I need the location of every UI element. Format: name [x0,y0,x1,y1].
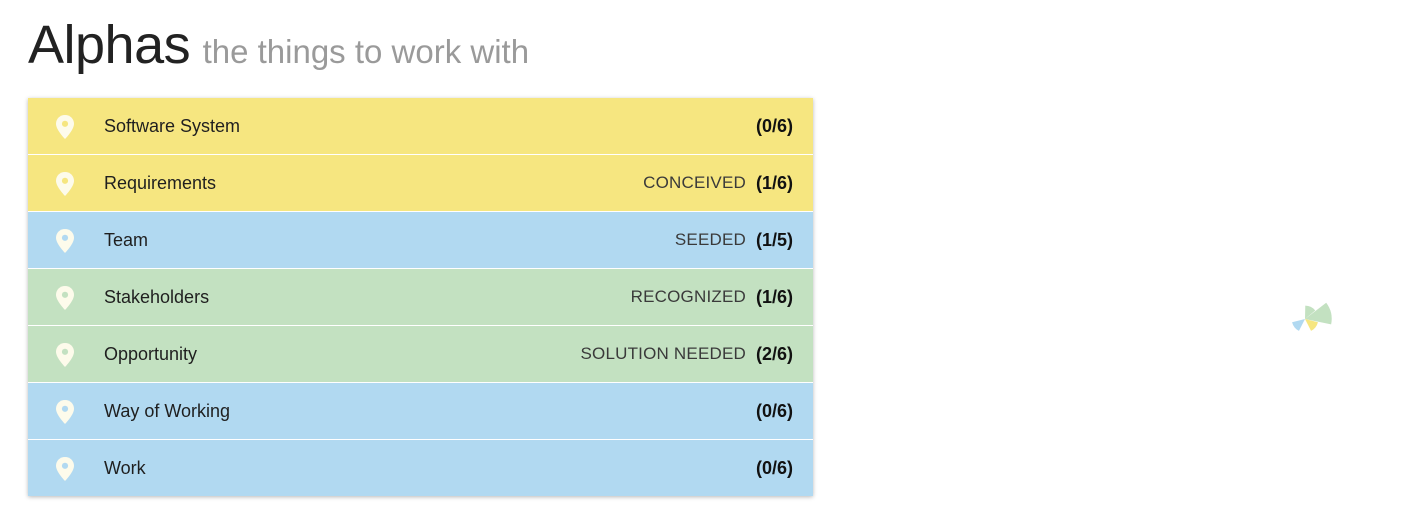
alpha-row-work[interactable]: Work (0/6) [28,440,813,496]
alpha-count: (0/6) [755,400,793,421]
alpha-progress-chart [1292,302,1332,331]
alpha-count: (0/6) [755,457,793,478]
alpha-count: (2/6) [755,343,793,364]
map-pin-icon [56,115,74,139]
alpha-row-team[interactable]: Team SEEDED (1/5) [28,212,813,269]
alpha-state: SEEDED [674,230,746,249]
alpha-status: RECOGNIZED (1/6) [631,287,793,308]
page-header: Alphas the things to work with [28,14,529,76]
alpha-status: (0/6) [756,401,793,422]
map-pin-icon [56,457,74,481]
alpha-name: Way of Working [104,400,231,421]
map-pin-icon [56,286,74,310]
alpha-name: Software System [104,115,241,136]
alpha-state: RECOGNIZED [630,287,746,306]
alpha-name: Stakeholders [104,286,210,307]
alpha-count: (1/6) [755,286,793,307]
map-pin-icon [56,400,74,424]
alpha-list: Software System (0/6) Requirements CONCEIVE… [28,98,813,496]
alpha-count: (1/5) [755,229,793,250]
alpha-status: (0/6) [756,458,793,479]
alpha-status: SEEDED (1/5) [675,230,793,251]
page-title: Alphas [28,15,191,75]
alpha-row-opportunity[interactable]: Opportunity SOLUTION NEEDED (2/6) [28,326,813,383]
alpha-name: Opportunity [104,343,198,364]
alpha-name: Requirements [104,172,217,193]
alpha-state: SOLUTION NEEDED [580,344,746,363]
alpha-status: SOLUTION NEEDED (2/6) [581,344,794,365]
alpha-name: Work [104,457,146,478]
alpha-count: (1/6) [755,172,793,193]
map-pin-icon [56,229,74,253]
map-pin-icon [56,172,74,196]
map-pin-icon [56,343,74,367]
alpha-status: (0/6) [756,116,793,137]
alpha-name: Team [104,229,149,250]
chart-slice-team [1292,319,1305,331]
alpha-row-software-system[interactable]: Software System (0/6) [28,98,813,155]
alpha-row-stakeholders[interactable]: Stakeholders RECOGNIZED (1/6) [28,269,813,326]
alpha-row-way-of-working[interactable]: Way of Working (0/6) [28,383,813,440]
alpha-status: CONCEIVED (1/6) [643,173,793,194]
alpha-row-requirements[interactable]: Requirements CONCEIVED (1/6) [28,155,813,212]
alpha-state: CONCEIVED [643,173,746,192]
page-subtitle: the things to work with [202,33,530,70]
alpha-count: (0/6) [755,115,793,136]
